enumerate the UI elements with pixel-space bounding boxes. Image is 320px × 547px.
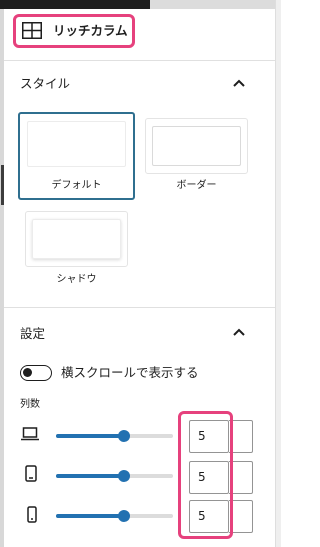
scrollbar[interactable]: [275, 0, 281, 547]
divider: [4, 307, 275, 308]
slider-thumb[interactable]: [117, 430, 130, 442]
top-bar-light: [150, 0, 281, 9]
style-option-shadow[interactable]: [25, 211, 128, 267]
block-title: リッチカラム: [53, 23, 128, 38]
style-option-border[interactable]: [145, 118, 248, 174]
left-edge: [0, 9, 4, 547]
slider-fill: [56, 514, 124, 518]
mobile-icon: [27, 506, 37, 523]
columns-slider-mobile[interactable]: [56, 510, 173, 522]
top-bar-dark: [0, 0, 150, 9]
slider-fill: [56, 434, 124, 438]
style-option-label[interactable]: シャドウ: [25, 274, 128, 286]
chevron-up-icon[interactable]: [233, 79, 245, 87]
left-edge-marker: [1, 165, 4, 205]
style-section-title[interactable]: スタイル: [20, 76, 70, 92]
slider-thumb[interactable]: [117, 470, 130, 482]
columns-inputs-highlight: [178, 411, 233, 539]
style-option-default[interactable]: デフォルト: [18, 112, 135, 200]
laptop-icon: [21, 427, 39, 441]
style-option-label[interactable]: ボーダー: [145, 180, 248, 192]
style-preview: [32, 219, 121, 259]
columns-icon: [22, 22, 42, 39]
toggle-knob: [23, 368, 32, 377]
columns-slider-desktop[interactable]: [56, 430, 173, 442]
columns-slider-tablet[interactable]: [56, 470, 173, 482]
horizontal-scroll-label: 横スクロールで表示する: [61, 365, 199, 380]
slider-thumb[interactable]: [117, 510, 130, 522]
style-preview: [152, 126, 241, 166]
divider: [4, 60, 275, 61]
chevron-up-icon[interactable]: [233, 328, 245, 336]
style-preview: [27, 121, 126, 167]
style-option-label: デフォルト: [51, 180, 102, 191]
columns-label: 列数: [20, 399, 40, 410]
settings-section-title[interactable]: 設定: [20, 326, 45, 342]
slider-fill: [56, 474, 124, 478]
top-bar: [0, 0, 281, 9]
tablet-icon: [25, 465, 37, 482]
horizontal-scroll-toggle[interactable]: [20, 365, 52, 381]
